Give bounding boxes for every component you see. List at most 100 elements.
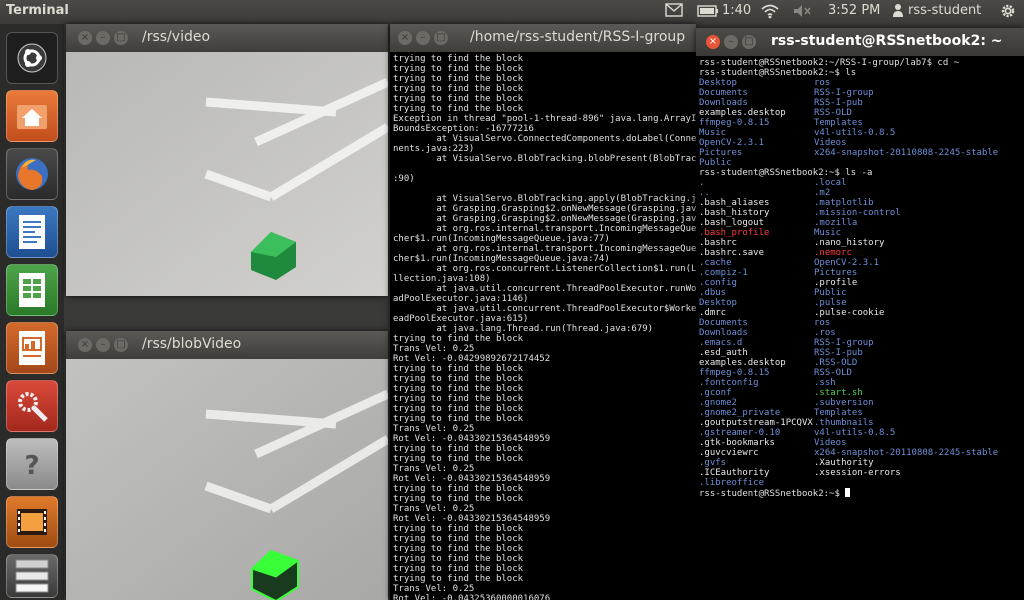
mail-icon[interactable] — [665, 3, 683, 21]
svg-text:?: ? — [24, 451, 39, 481]
user-name[interactable]: rss-student — [908, 3, 981, 18]
ls-row: .gnome2 .subversion — [699, 398, 1021, 408]
home-folder-button[interactable] — [6, 90, 58, 142]
terminal-main-titlebar[interactable]: × – □ /home/rss-student/RSS-I-group — [390, 24, 696, 52]
battery-time[interactable]: 1:40 — [722, 3, 751, 18]
ls-entry: v4l-utils-0.8.5 — [814, 428, 896, 438]
blob-video-window[interactable]: × – □ /rss/blobVideo — [66, 331, 388, 600]
ls-row: .dmrc .pulse-cookie — [699, 308, 1021, 318]
terminal-prompt-line[interactable]: rss-student@RSSnetbook2:~$ — [699, 488, 1021, 499]
terminal-line: at java.lang.Thread.run(Thread.java:679) — [393, 324, 654, 334]
ls-entry: .pulse — [814, 298, 847, 308]
gear-icon[interactable] — [999, 2, 1017, 24]
ls-row: .goutputstream-1PCQVX.thumbnails — [699, 418, 1021, 428]
video-feed — [66, 52, 388, 296]
terminal-line: trying to find the block — [393, 64, 524, 74]
terminal-line: at Grasping.Grasping$2.onNewMessage(Gras… — [393, 214, 696, 224]
terminal-line: trying to find the block — [393, 404, 524, 414]
terminal-line: trying to find the block — [393, 104, 524, 114]
top-panel: Terminal 1:40 3:52 PM rss-student — [0, 0, 1024, 24]
ls-entry: Videos — [814, 438, 847, 448]
ls-entry: .xsession-errors — [814, 468, 901, 478]
terminal-line: trying to find the block — [393, 544, 524, 554]
help-button[interactable]: ? — [6, 438, 58, 490]
battery-icon[interactable] — [697, 5, 719, 21]
system-settings-button[interactable] — [6, 380, 58, 432]
terminal-line: Exception in thread "pool-1-thread-896" … — [393, 114, 696, 124]
help-icon: ? — [24, 451, 39, 481]
minimize-button[interactable]: – — [416, 31, 430, 45]
calc-button[interactable] — [6, 264, 58, 316]
ls-row: Downloads .ros — [699, 328, 1021, 338]
impress-button[interactable] — [6, 322, 58, 374]
video-editor-button[interactable] — [6, 496, 58, 548]
ls-entry: Documents — [699, 318, 748, 328]
ls-row: examples.desktop RSS-OLD — [699, 108, 1021, 118]
terminal-line: at org.ros.concurrent.ListenerCollection… — [393, 264, 696, 274]
ls-entry: RSS-I-pub — [814, 348, 863, 358]
ls-entry: .local — [814, 178, 847, 188]
close-button[interactable]: × — [78, 338, 92, 352]
terminal-line: trying to find the block — [393, 554, 524, 564]
terminal-line: trying to find the block — [393, 384, 524, 394]
terminal-right-window[interactable]: × – □ rss-student@RSSnetbook2: ~ rss-stu… — [696, 28, 1024, 600]
ls-entry: .dmrc — [699, 308, 727, 318]
terminal-line: at java.util.concurrent.ThreadPoolExecut… — [393, 284, 696, 294]
terminal-right-output[interactable]: rss-student@RSSnetbook2:~/RSS-I-group/la… — [696, 56, 1024, 600]
maximize-button[interactable]: □ — [434, 31, 448, 45]
ls-entry: .Xauthority — [814, 458, 874, 468]
writer-button[interactable] — [6, 206, 58, 258]
ls-entry: .mozilla — [814, 218, 858, 228]
workspace-switcher-button[interactable] — [6, 554, 58, 598]
ls-entry: Downloads — [699, 98, 748, 108]
ls-entry: .dbus — [699, 288, 727, 298]
close-button[interactable]: × — [706, 35, 720, 49]
maximize-button[interactable]: □ — [114, 338, 128, 352]
terminal-line: at VisualServo.ConnectedComponents.doLab… — [393, 134, 696, 144]
wifi-icon[interactable] — [760, 3, 780, 23]
terminal-right-titlebar[interactable]: × – □ rss-student@RSSnetbook2: ~ — [696, 28, 1024, 56]
ls-entry: . — [699, 178, 705, 188]
firefox-button[interactable] — [6, 148, 58, 200]
volume-muted-icon[interactable] — [792, 3, 812, 23]
close-button[interactable]: × — [398, 31, 412, 45]
terminal-line: trying to find the block — [393, 374, 524, 384]
terminal-main-output[interactable]: trying to find the block trying to find t… — [390, 52, 696, 600]
ls-row: .libreoffice — [699, 478, 1021, 488]
terminal-line: Trans Vel: 0.25 — [393, 464, 475, 474]
ls-entry: .mission-control — [814, 208, 901, 218]
system-settings-icon — [18, 392, 48, 422]
video-window-titlebar[interactable]: × – □ /rss/video — [66, 24, 388, 52]
clock[interactable]: 3:52 PM — [828, 3, 880, 18]
minimize-button[interactable]: – — [96, 338, 110, 352]
terminal-line: trying to find the block — [393, 524, 524, 534]
ls-row: .config .profile — [699, 278, 1021, 288]
ls-entry: .bashrc — [699, 238, 737, 248]
blob-window-titlebar[interactable]: × – □ /rss/blobVideo — [66, 331, 388, 359]
ls-row: .bash_aliases .matplotlib — [699, 198, 1021, 208]
maximize-button[interactable]: □ — [742, 35, 756, 49]
ls-row: Desktop .pulse — [699, 298, 1021, 308]
ls-row: . .local — [699, 178, 1021, 188]
ls-entry: .fontconfig — [699, 378, 759, 388]
app-title: Terminal — [6, 3, 69, 18]
terminal-line: Rot Vel: -0.04330215364548959 — [393, 474, 551, 484]
dash-home-button[interactable] — [6, 32, 58, 84]
ls-entry: .gstreamer-0.10 — [699, 428, 781, 438]
minimize-button[interactable]: – — [724, 35, 738, 49]
terminal-main-window[interactable]: × – □ /home/rss-student/RSS-I-group tryi… — [390, 24, 696, 600]
window-title: rss-student@RSSnetbook2: ~ — [771, 33, 1003, 49]
maximize-button[interactable]: □ — [114, 31, 128, 45]
ls-entry: Videos — [814, 138, 847, 148]
ls-entry: Templates — [814, 408, 863, 418]
ls-entry: .m2 — [814, 188, 831, 198]
terminal-line: Rot Vel: -0.04330215364548959 — [393, 434, 551, 444]
minimize-button[interactable]: – — [96, 31, 110, 45]
ls-entry: .bash_profile — [699, 228, 770, 238]
close-button[interactable]: × — [78, 31, 92, 45]
ls-entry: v4l-utils-0.8.5 — [814, 128, 896, 138]
video-window[interactable]: × – □ /rss/video — [66, 24, 388, 296]
ls-entry: .. — [699, 188, 710, 198]
user-icon[interactable] — [892, 3, 904, 21]
terminal-line: Trans Vel: 0.25 — [393, 424, 475, 434]
